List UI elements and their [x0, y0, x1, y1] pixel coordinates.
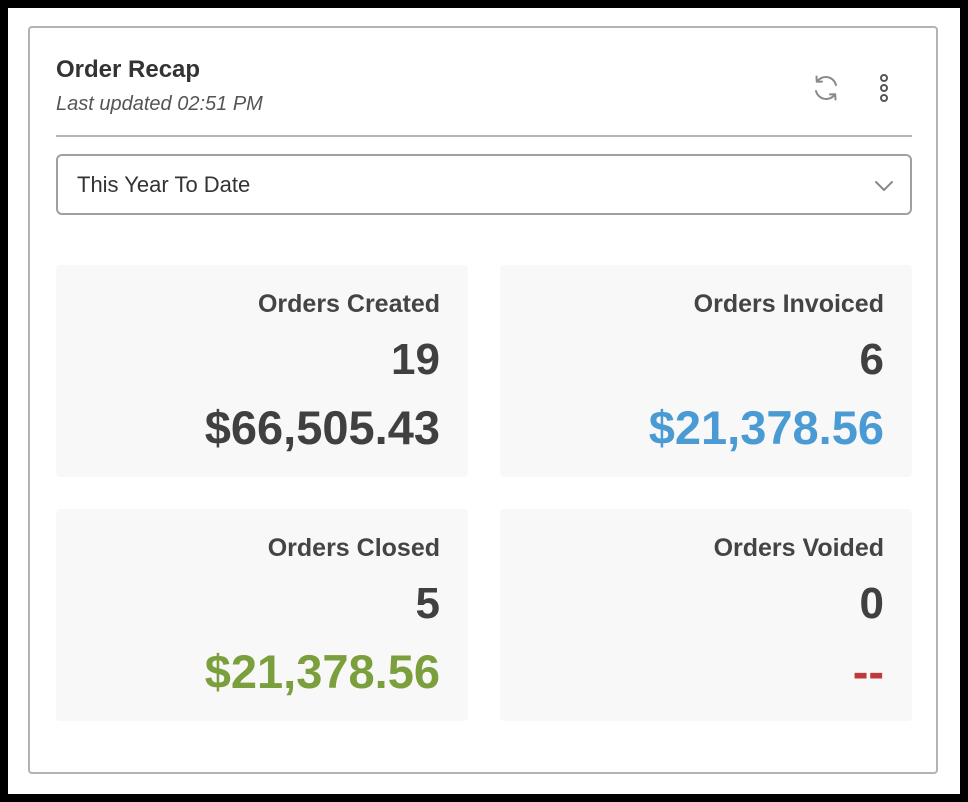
tile-amount: $21,378.56 — [204, 645, 440, 698]
tile-orders-closed: Orders Closed 5 $21,378.56 — [56, 509, 468, 721]
more-vertical-icon — [880, 74, 888, 102]
tile-amount: $21,378.56 — [648, 401, 884, 454]
period-select[interactable]: This Year To Date — [56, 154, 912, 215]
tile-amount: -- — [852, 645, 884, 698]
tile-orders-created: Orders Created 19 $66,505.43 — [56, 265, 468, 477]
period-select-value: This Year To Date — [77, 172, 251, 197]
tile-label: Orders Closed — [267, 534, 440, 562]
tile-label: Orders Created — [257, 290, 440, 318]
widget-title: Order Recap — [56, 56, 201, 83]
tile-count: 19 — [391, 335, 440, 384]
tile-count: 6 — [859, 335, 884, 384]
tile-count: 5 — [415, 579, 440, 628]
tile-amount: $66,505.43 — [204, 401, 440, 454]
tile-orders-invoiced: Orders Invoiced 6 $21,378.56 — [500, 265, 912, 477]
tile-label: Orders Invoiced — [693, 290, 884, 318]
tile-label: Orders Voided — [713, 534, 884, 562]
more-options-button[interactable] — [866, 68, 902, 108]
tile-orders-voided: Orders Voided 0 -- — [500, 509, 912, 721]
tile-count: 0 — [859, 579, 884, 628]
refresh-icon — [815, 75, 837, 101]
last-updated-text: Last updated 02:51 PM — [56, 93, 263, 115]
chevron-down-icon — [875, 181, 893, 191]
header-divider — [56, 135, 912, 137]
refresh-button[interactable] — [806, 68, 846, 108]
